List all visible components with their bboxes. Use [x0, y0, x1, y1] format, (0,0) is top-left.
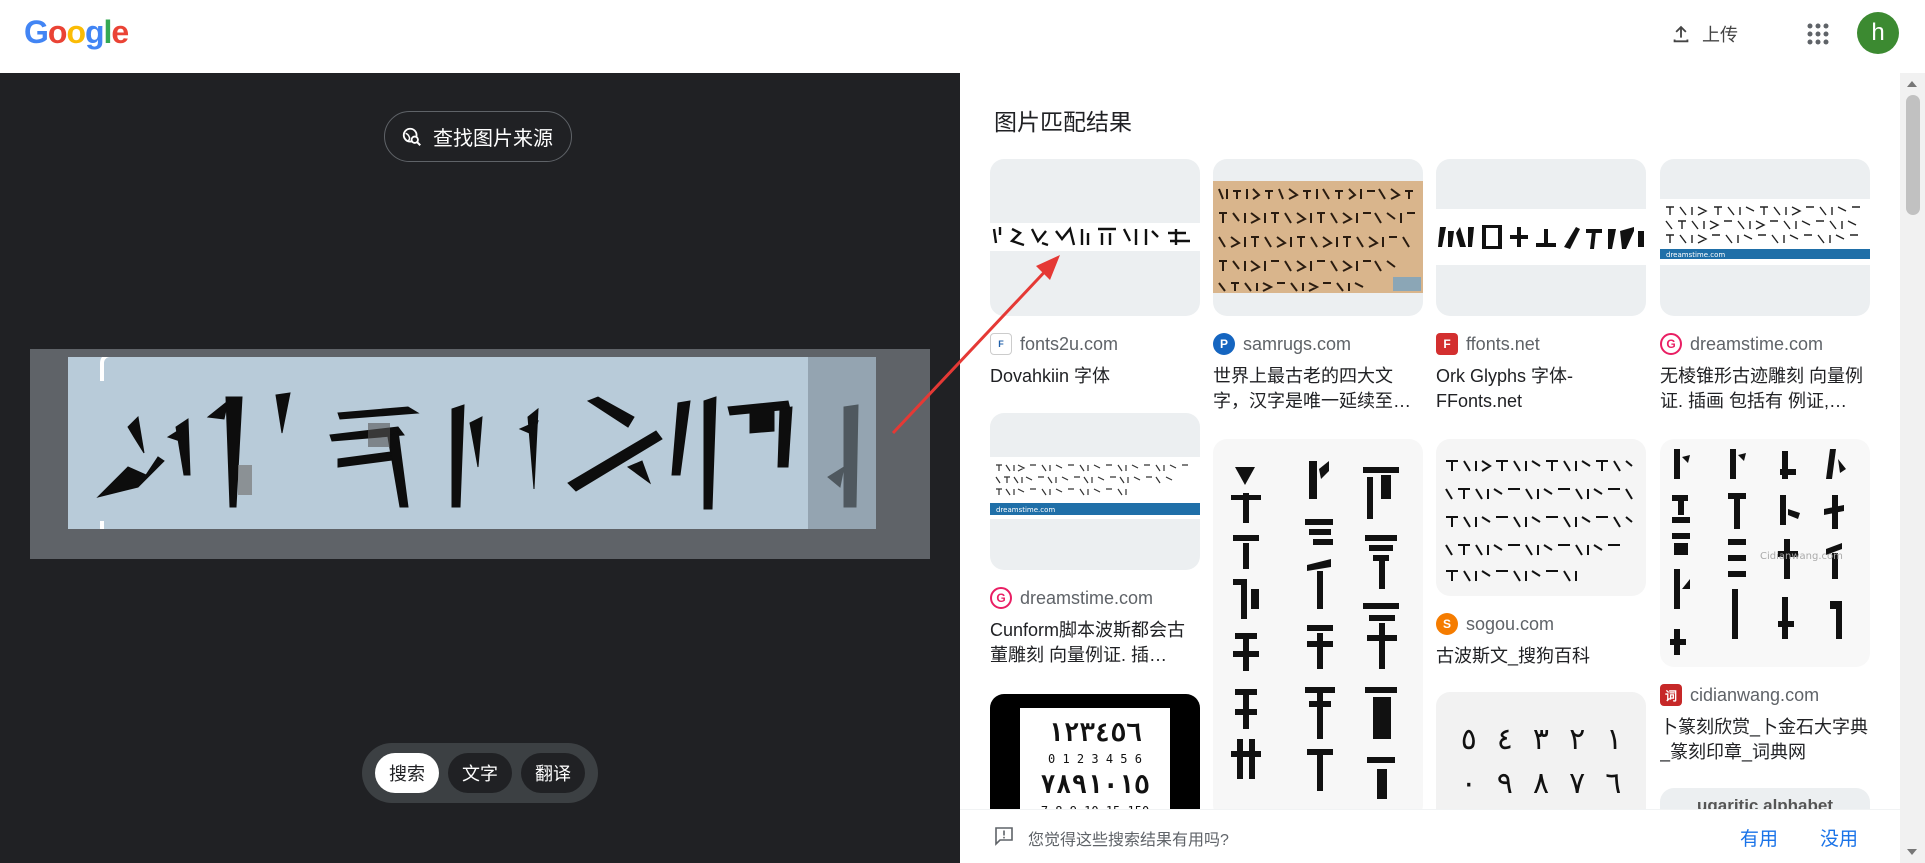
crop-handle-bottom-left[interactable] [100, 521, 128, 529]
query-image-pane: 查找图片来源 搜索 文字 翻译 [0, 73, 960, 863]
feedback-not-useful-button[interactable]: 没用 [1820, 824, 1858, 851]
crop-handle-top-left[interactable] [100, 357, 128, 381]
search-globe-icon [402, 127, 421, 146]
result-source[interactable]: F ffonts.net [1436, 332, 1646, 356]
cuneiform-script-image [96, 357, 876, 529]
result-thumbnail[interactable] [1213, 439, 1423, 819]
result-title[interactable]: 卜篆刻欣赏_卜金石大字典_篆刻印章_词典网 [1660, 715, 1870, 765]
logo-letter: e [111, 14, 129, 50]
result-source-name: fonts2u.com [1020, 333, 1119, 354]
result-source[interactable]: P samrugs.com [1213, 332, 1423, 356]
mode-search[interactable]: 搜索 [375, 753, 439, 793]
mode-text[interactable]: 文字 [448, 753, 512, 793]
result-image [1445, 460, 1633, 582]
result-title[interactable]: Dovahkiin 字体 [990, 364, 1200, 414]
samrugs-favicon-icon: P [1213, 333, 1235, 355]
google-apps-button[interactable] [1798, 14, 1838, 54]
feedback-question: 您觉得这些搜索结果有用吗? [1028, 832, 1229, 849]
result-thumbnail[interactable]: dreamstime.com [990, 413, 1200, 570]
result-source[interactable]: F fonts2u.com [990, 332, 1200, 356]
fonts2u-favicon-icon: F [990, 333, 1012, 355]
results-scrollbar[interactable] [1900, 73, 1925, 863]
result-source-name: samrugs.com [1243, 333, 1352, 354]
logo-letter: g [84, 14, 105, 50]
result-thumbnail[interactable] [1436, 159, 1646, 316]
scrollbar-thumb[interactable] [1906, 95, 1920, 215]
result-title[interactable]: 世界上最古老的四大文字，汉字是唯一延续至… [1213, 364, 1423, 414]
feedback-useful-button[interactable]: 有用 [1740, 824, 1778, 851]
result-image [1436, 209, 1646, 265]
feedback-bar: 您觉得这些搜索结果有用吗? 有用 没用 [960, 809, 1900, 863]
sogou-favicon-icon: S [1436, 613, 1458, 635]
result-source-name: dreamstime.com [1020, 587, 1154, 608]
result-card[interactable]: Cidianwang.com 词 cidianwang.com 卜篆刻欣赏_卜金… [1660, 439, 1870, 765]
result-image [1231, 461, 1399, 799]
svg-text:dreamstime.com: dreamstime.com [996, 506, 1055, 514]
result-thumbnail[interactable] [1436, 439, 1646, 596]
arabic-numerals-row-1: ١ ٢ ٣ ٤ ٥ [1459, 722, 1623, 757]
result-card[interactable]: dreamstime.com G dreamstime.com Cunform脚… [990, 413, 1200, 668]
result-thumbnail[interactable] [990, 159, 1200, 316]
apps-grid-icon [1807, 23, 1829, 45]
result-card[interactable] [1213, 439, 1423, 819]
find-image-source-button[interactable]: 查找图片来源 [384, 111, 572, 162]
results-pane: 图片匹配结果 F fonts2u.com Dovahkiin 字体 P samr… [960, 73, 1925, 863]
svg-text:dreamstime.com: dreamstime.com [1666, 251, 1725, 259]
upload-button[interactable]: 上传 [1660, 16, 1748, 52]
logo-letter: o [47, 14, 68, 50]
result-title[interactable]: 古波斯文_搜狗百科 [1436, 644, 1646, 694]
ffonts-favicon-icon: F [1436, 333, 1458, 355]
top-header: Google 上传 h [0, 0, 1925, 73]
dreamstime-favicon-icon: G [990, 587, 1012, 609]
arabic-numerals-top: ١٢٣٤٥٦ [1048, 718, 1142, 748]
query-image-crop[interactable] [68, 357, 876, 529]
result-card[interactable]: F ffonts.net Ork Glyphs 字体- FFonts.net [1436, 159, 1646, 414]
mode-translate[interactable]: 翻译 [521, 753, 585, 793]
upload-label: 上传 [1702, 25, 1738, 45]
svg-text:Cidianwang.com: Cidianwang.com [1760, 551, 1843, 562]
result-card[interactable]: dreamstime.com G dreamstime.com 无棱锥形古迹雕刻… [1660, 159, 1870, 414]
dreamstime-favicon-icon: G [1660, 333, 1682, 355]
result-card[interactable]: F fonts2u.com Dovahkiin 字体 [990, 159, 1200, 414]
result-source-name: dreamstime.com [1690, 333, 1824, 354]
result-image [1213, 181, 1423, 293]
results-heading: 图片匹配结果 [994, 109, 1132, 135]
result-source[interactable]: G dreamstime.com [990, 586, 1200, 610]
logo-letter: o [66, 14, 86, 50]
result-image: Cidianwang.com [1670, 449, 1846, 655]
scroll-up-arrow-icon[interactable] [1907, 81, 1917, 87]
upload-icon [1673, 25, 1689, 43]
result-image: dreamstime.com [990, 457, 1200, 519]
result-image [990, 223, 1200, 251]
result-source-name: sogou.com [1466, 613, 1555, 634]
logo-letter: G [24, 14, 49, 50]
result-source[interactable]: G dreamstime.com [1660, 332, 1870, 356]
latin-numerals-top: 0 1 2 3 4 5 6 [1048, 752, 1142, 766]
avatar-letter: h [1871, 19, 1885, 46]
result-thumbnail[interactable]: Cidianwang.com [1660, 439, 1870, 667]
result-title[interactable]: 无棱锥形古迹雕刻 向量例证. 插画 包括有 例证,… [1660, 364, 1870, 414]
result-source-name: cidianwang.com [1690, 684, 1820, 705]
result-source-name: ffonts.net [1466, 333, 1540, 354]
feedback-icon [995, 827, 1013, 846]
google-logo[interactable]: Google [24, 14, 129, 51]
arabic-numerals-row-2: ٦ ٧ ٨ ٩ ٠ [1459, 766, 1623, 801]
result-source[interactable]: S sogou.com [1436, 612, 1646, 636]
query-image [30, 349, 930, 559]
arabic-numerals-bottom: ٧٨٩١٠١٥ [1040, 770, 1150, 800]
lens-mode-selector: 搜索 文字 翻译 [362, 743, 598, 803]
scroll-down-arrow-icon[interactable] [1907, 849, 1917, 855]
cidianwang-favicon-icon: 词 [1660, 684, 1682, 706]
result-title[interactable]: Cunform脚本波斯都会古董雕刻 向量例证. 插… [990, 618, 1200, 668]
result-thumbnail[interactable] [1213, 159, 1423, 316]
result-title[interactable]: Ork Glyphs 字体- FFonts.net [1436, 364, 1646, 414]
find-source-label: 查找图片来源 [433, 128, 553, 150]
account-avatar[interactable]: h [1857, 12, 1899, 54]
result-image: dreamstime.com [1660, 199, 1870, 265]
result-card[interactable]: S sogou.com 古波斯文_搜狗百科 [1436, 439, 1646, 694]
result-source[interactable]: 词 cidianwang.com [1660, 683, 1870, 707]
result-card[interactable]: P samrugs.com 世界上最古老的四大文字，汉字是唯一延续至… [1213, 159, 1423, 414]
result-thumbnail[interactable]: dreamstime.com [1660, 159, 1870, 316]
